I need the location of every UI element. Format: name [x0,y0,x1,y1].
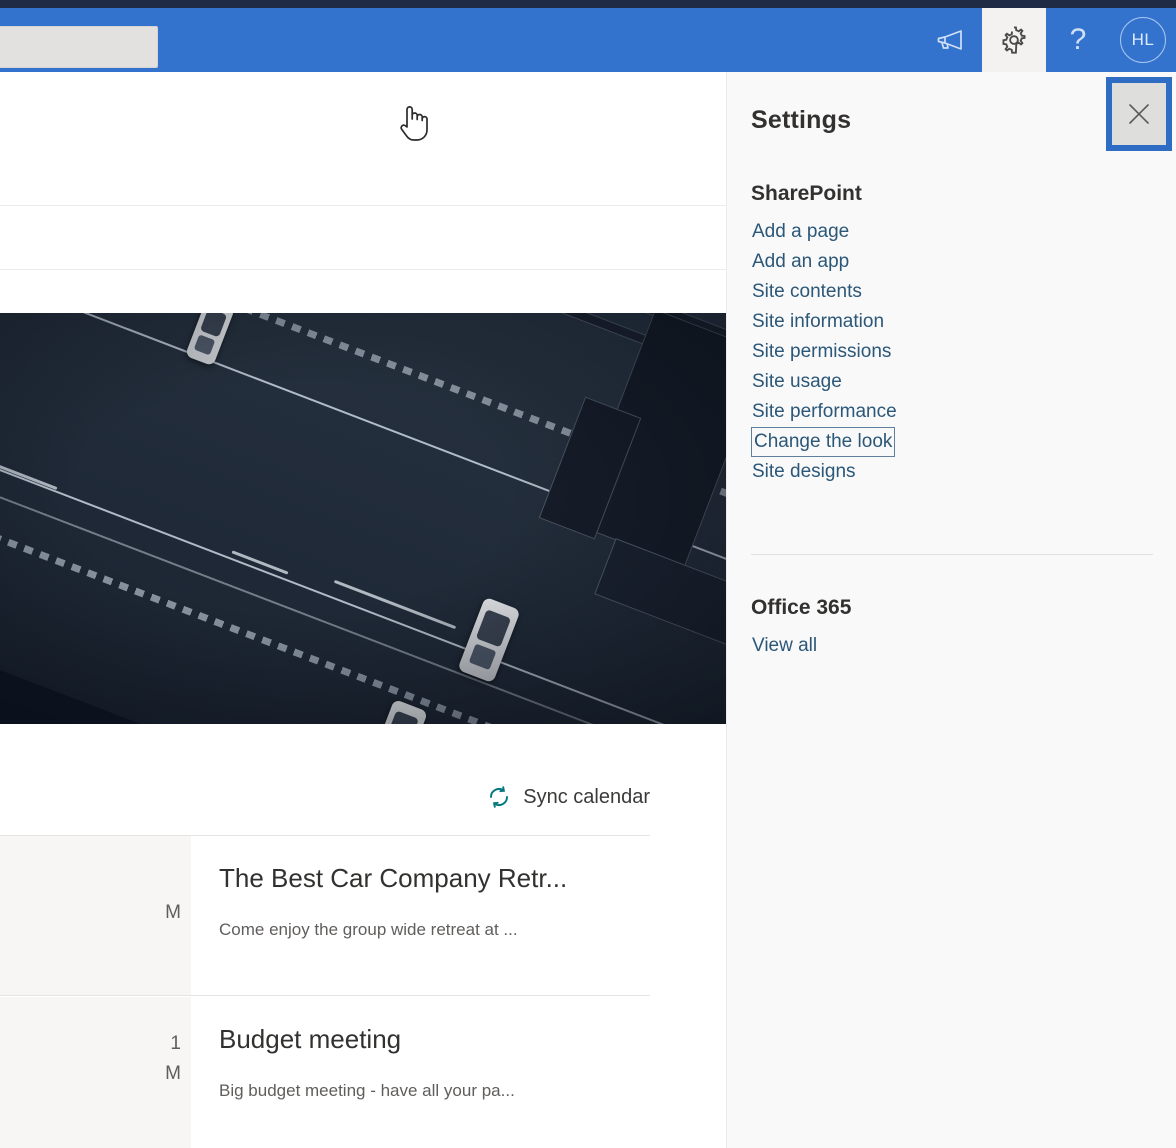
section-sharepoint: SharePoint Add a page Add an app Site co… [751,182,1151,487]
link-add-an-app[interactable]: Add an app [751,247,850,277]
search-input[interactable] [0,26,158,68]
link-change-the-look[interactable]: Change the look [751,427,896,457]
avatar: HL [1120,17,1166,63]
event-description: Big budget meeting - have all your pa... [219,1080,515,1100]
link-add-a-page[interactable]: Add a page [751,217,850,247]
close-button[interactable] [1112,83,1166,145]
link-site-designs[interactable]: Site designs [751,457,857,487]
section-title: Office 365 [751,596,852,619]
panel-divider [751,554,1153,555]
event-date-line2: M [165,1063,181,1084]
event-body: The Best Car Company Retr... Come enjoy … [191,836,650,995]
event-description: Come enjoy the group wide retreat at ... [219,919,518,939]
section-title: SharePoint [751,182,862,205]
sharepoint-link-list: Add a page Add an app Site contents Site… [751,217,1151,487]
event-date-line1: 1 [170,1033,181,1054]
event-body: Budget meeting Big budget meeting - have… [191,997,650,1148]
help-icon-button[interactable]: ? [1046,8,1110,72]
event-date: 1 M [0,997,191,1148]
page-content: Sync calendar M The Best Car Company Ret… [0,72,726,1148]
link-site-contents[interactable]: Site contents [751,277,863,307]
office365-link-list: View all [751,631,1151,661]
event-date-line2: M [165,902,181,923]
table-row[interactable]: M The Best Car Company Retr... Come enjo… [0,836,650,996]
close-button-highlight [1106,77,1172,151]
content-divider [0,205,726,206]
event-date: M [0,836,191,995]
window-top-strip [0,0,1176,8]
app-root: ? HL Sync calendar M The Best Car Compan… [0,0,1176,1148]
table-row[interactable]: 1 M Budget meeting Big budget meeting - … [0,997,650,1148]
settings-panel: Settings SharePoint Add a page Add an ap… [726,72,1176,1148]
section-office365: Office 365 View all [751,596,1151,661]
sync-calendar-button[interactable]: Sync calendar [487,785,650,809]
event-title[interactable]: The Best Car Company Retr... [219,862,650,895]
megaphone-icon-button[interactable] [918,8,982,72]
settings-gear-button[interactable] [982,8,1046,72]
content-divider [0,269,726,270]
gear-icon [999,25,1029,55]
suite-bar: ? HL [0,8,1176,72]
help-icon: ? [1069,23,1087,56]
link-site-information[interactable]: Site information [751,307,885,337]
megaphone-icon [935,28,965,52]
link-site-performance[interactable]: Site performance [751,397,898,427]
refresh-icon [487,785,511,809]
link-site-permissions[interactable]: Site permissions [751,337,892,367]
event-title[interactable]: Budget meeting [219,1023,650,1056]
link-view-all[interactable]: View all [751,631,818,661]
page-title: Settings [751,106,852,134]
link-site-usage[interactable]: Site usage [751,367,843,397]
highway-aerial-photo [0,313,726,724]
settings-panel-header: Settings [727,72,1176,168]
sync-calendar-row: Sync calendar [0,772,650,822]
suite-actions: ? HL [918,8,1176,72]
account-button[interactable]: HL [1110,8,1176,72]
close-icon [1126,101,1152,127]
sync-calendar-label: Sync calendar [523,785,650,808]
